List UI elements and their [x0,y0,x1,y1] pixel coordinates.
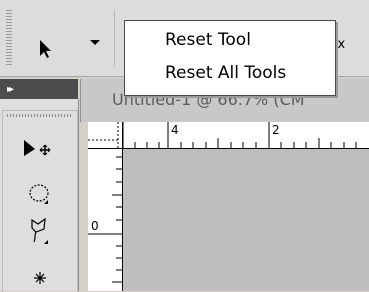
collapse-icon[interactable]: ▸▸ [7,84,14,95]
ruler-label: 4 [171,123,179,137]
chevron-down-icon[interactable] [90,40,100,45]
ruler-label: 2 [272,123,280,137]
move-tool-icon[interactable] [22,138,52,166]
ellipse-marquee-icon[interactable] [28,182,50,210]
options-bar-divider [114,10,115,66]
menu-item-reset-all-tools[interactable]: Reset All Tools [165,63,286,83]
ruler-label: 0 [91,219,99,233]
ruler-origin[interactable] [88,122,123,149]
menu-item-reset-tool[interactable]: Reset Tool [165,30,251,50]
horizontal-ruler[interactable]: 4 2 [123,122,369,149]
toolbox-header[interactable] [0,79,78,99]
move-tool-preset-icon[interactable] [36,38,56,64]
lasso-icon[interactable] [27,216,51,250]
document-canvas[interactable] [123,149,369,291]
options-bar-grip[interactable] [6,10,12,66]
vertical-ruler[interactable]: 0 [88,149,123,291]
toolbox-grip[interactable] [7,114,72,117]
tool-preset-context-menu: Reset Tool Reset All Tools [124,20,336,96]
magic-wand-icon[interactable] [30,268,50,292]
